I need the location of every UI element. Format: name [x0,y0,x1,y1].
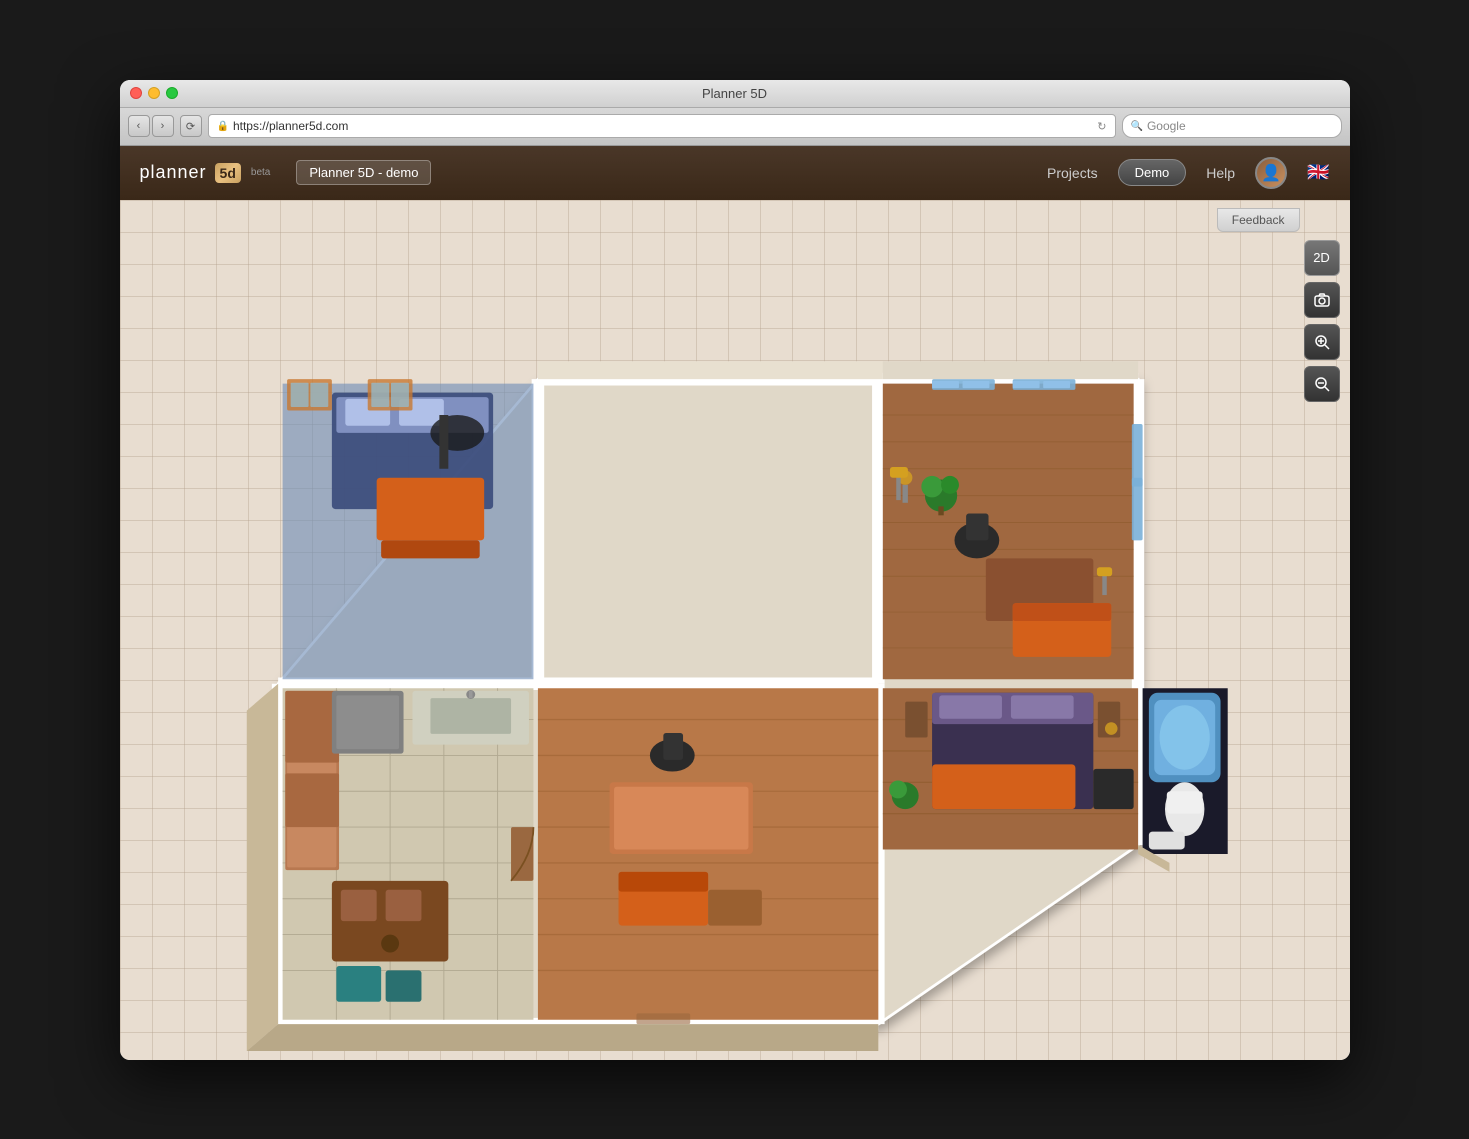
url-text: https://planner5d.com [233,119,348,133]
window-title: Planner 5D [702,86,767,101]
nav-demo[interactable]: Demo [1118,159,1187,186]
zoom-in-button[interactable] [1304,324,1340,360]
minimize-button[interactable] [148,87,160,99]
zoom-out-button[interactable] [1304,366,1340,402]
address-bar[interactable]: 🔒 https://planner5d.com ↻ [208,114,1116,138]
nav-projects[interactable]: Projects [1047,165,1098,181]
nav-buttons: ‹ › [128,115,174,137]
logo-area: planner 5d beta [140,162,271,183]
camera-button[interactable] [1304,282,1340,318]
feedback-button[interactable]: Feedback [1217,208,1300,232]
browser-toolbar: ‹ › ⟳ 🔒 https://planner5d.com ↻ 🔍 Google [120,108,1350,146]
back-button[interactable]: ‹ [128,115,150,137]
logo-5d: 5d [215,163,241,183]
nav-help[interactable]: Help [1206,165,1235,181]
title-bar: Planner 5D [120,80,1350,108]
project-name-badge[interactable]: Planner 5D - demo [296,160,431,185]
header-nav: Projects Demo Help 👤 🇬🇧 [1047,157,1329,189]
2d-button[interactable]: 2D [1304,240,1340,276]
canvas-area[interactable]: Feedback 2D [120,200,1350,1060]
search-icon: 🔍 [1131,121,1143,132]
lock-icon: 🔒 [217,121,229,132]
main-window: Planner 5D ‹ › ⟳ 🔒 https://planner5d.com… [120,80,1350,1060]
floor-plan-3d [120,200,1350,1060]
maximize-button[interactable] [166,87,178,99]
close-button[interactable] [130,87,142,99]
main-content: Feedback 2D [120,200,1350,1060]
app-header: planner 5d beta Planner 5D - demo Projec… [120,146,1350,200]
refresh-icon[interactable]: ↻ [1097,120,1106,133]
traffic-lights [130,87,178,99]
logo-beta: beta [251,167,270,178]
reload-button[interactable]: ⟳ [180,115,202,137]
search-bar[interactable]: 🔍 Google [1122,114,1342,138]
language-flag[interactable]: 🇬🇧 [1307,162,1329,183]
avatar[interactable]: 👤 [1255,157,1287,189]
forward-button[interactable]: › [152,115,174,137]
right-toolbar: 2D [1304,240,1340,402]
search-placeholder: Google [1147,119,1186,133]
logo-text: planner [140,162,207,183]
